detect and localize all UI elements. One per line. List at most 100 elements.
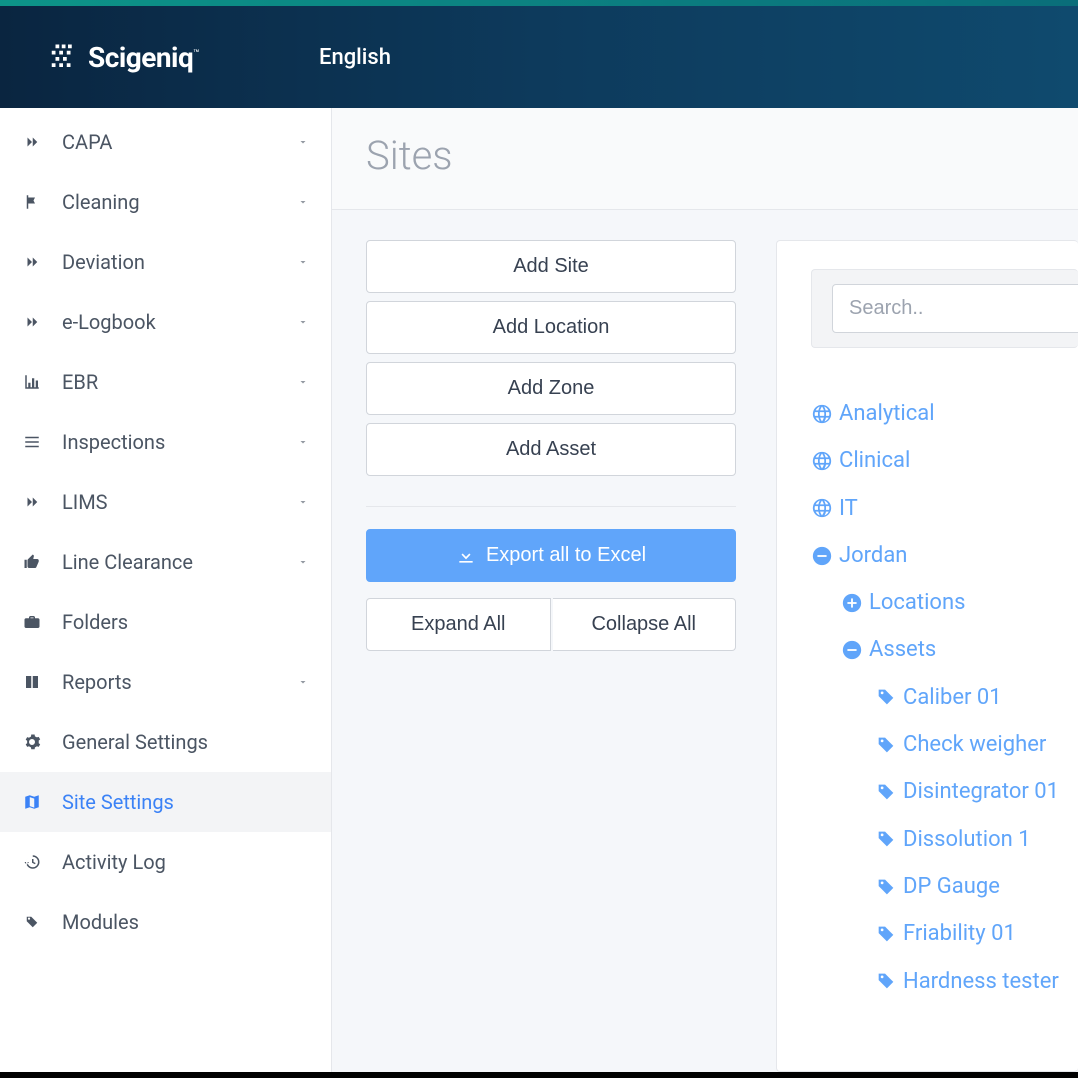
tree-node-label: Assets — [869, 626, 936, 673]
chevron-down-icon — [297, 436, 309, 448]
tree-node-label: Locations — [869, 579, 965, 626]
tag-icon — [875, 828, 897, 850]
sidebar-item-inspections[interactable]: Inspections — [0, 412, 331, 472]
tree-node[interactable]: IT — [811, 485, 1078, 532]
sidebar-item-label: Reports — [62, 670, 297, 694]
tree-node[interactable]: Dissolution 1 — [811, 816, 1078, 863]
logo-icon — [48, 42, 78, 72]
tree-node[interactable]: Disintegrator 01 — [811, 768, 1078, 815]
tag-icon — [875, 923, 897, 945]
dbl-chevron-icon — [22, 492, 42, 512]
action-panel: Add Site Add Location Add Zone Add Asset… — [366, 240, 736, 1072]
sidebar-item-deviation[interactable]: Deviation — [0, 232, 331, 292]
brand-logo[interactable]: Scigeniq™ — [48, 41, 199, 74]
sidebar-item-lims[interactable]: LIMS — [0, 472, 331, 532]
export-excel-button[interactable]: Export all to Excel — [366, 529, 736, 582]
chevron-down-icon — [297, 316, 309, 328]
tree-node[interactable]: Check weigher — [811, 721, 1078, 768]
tree-node[interactable]: Locations — [811, 579, 1078, 626]
dbl-chevron-icon — [22, 252, 42, 272]
tree-node[interactable]: Clinical — [811, 437, 1078, 484]
chevron-down-icon — [297, 196, 309, 208]
tree-node[interactable]: Analytical — [811, 390, 1078, 437]
sidebar-item-ebr[interactable]: EBR — [0, 352, 331, 412]
add-site-button[interactable]: Add Site — [366, 240, 736, 293]
sidebar-item-site-settings[interactable]: Site Settings — [0, 772, 331, 832]
sidebar-item-label: LIMS — [62, 490, 297, 514]
tree-node-label: Dissolution 1 — [903, 816, 1031, 863]
chevron-down-icon — [297, 556, 309, 568]
tree-node[interactable]: Hardness tester — [811, 958, 1078, 1005]
globe-icon — [811, 497, 833, 519]
gear-icon — [22, 732, 42, 752]
tag-icon — [875, 734, 897, 756]
page-title: Sites — [366, 132, 1044, 179]
tree-node-label: IT — [839, 485, 858, 532]
search-input[interactable] — [832, 284, 1078, 333]
sidebar-item-label: Inspections — [62, 430, 297, 454]
chevron-down-icon — [297, 376, 309, 388]
tree-node[interactable]: Jordan — [811, 532, 1078, 579]
dbl-chevron-icon — [22, 132, 42, 152]
add-asset-button[interactable]: Add Asset — [366, 423, 736, 476]
download-icon — [456, 546, 476, 566]
globe-icon — [811, 450, 833, 472]
sidebar-item-general-settings[interactable]: General Settings — [0, 712, 331, 772]
tree-node-label: Clinical — [839, 437, 910, 484]
sidebar-item-cleaning[interactable]: Cleaning — [0, 172, 331, 232]
sidebar-item-label: Deviation — [62, 250, 297, 274]
sidebar-item-label: Modules — [62, 910, 309, 934]
chevron-down-icon — [297, 136, 309, 148]
tree-node[interactable]: Caliber 01 — [811, 674, 1078, 721]
tree-node-label: Check weigher — [903, 721, 1046, 768]
sidebar-item-activity-log[interactable]: Activity Log — [0, 832, 331, 892]
sidebar-item-elogbook[interactable]: e-Logbook — [0, 292, 331, 352]
tree-node-label: Hardness tester — [903, 958, 1059, 1005]
sidebar-item-label: CAPA — [62, 130, 297, 154]
sidebar-item-capa[interactable]: CAPA — [0, 112, 331, 172]
sidebar-item-folders[interactable]: Folders — [0, 592, 331, 652]
sidebar-item-label: Folders — [62, 610, 309, 634]
tags-icon — [22, 912, 42, 932]
sidebar: CAPA Cleaning Deviation e-Logbook EBR Inspect… — [0, 108, 332, 1072]
flag-icon — [22, 192, 42, 212]
tag-icon — [875, 876, 897, 898]
add-zone-button[interactable]: Add Zone — [366, 362, 736, 415]
sidebar-item-label: Site Settings — [62, 790, 309, 814]
tree-node[interactable]: Assets — [811, 626, 1078, 673]
list-icon — [22, 432, 42, 452]
tree-node-label: Friability 01 — [903, 910, 1016, 957]
chevron-down-icon — [297, 676, 309, 688]
plus-icon — [841, 592, 863, 614]
sidebar-item-label: Activity Log — [62, 850, 309, 874]
briefcase-icon — [22, 612, 42, 632]
sidebar-item-label: General Settings — [62, 730, 309, 754]
history-icon — [22, 852, 42, 872]
expand-all-button[interactable]: Expand All — [366, 598, 551, 651]
collapse-all-button[interactable]: Collapse All — [553, 598, 737, 651]
sidebar-item-line-clearance[interactable]: Line Clearance — [0, 532, 331, 592]
add-location-button[interactable]: Add Location — [366, 301, 736, 354]
chevron-down-icon — [297, 256, 309, 268]
tree-node-label: Disintegrator 01 — [903, 768, 1059, 815]
sidebar-item-label: Line Clearance — [62, 550, 297, 574]
page-title-bar: Sites — [332, 108, 1078, 210]
sidebar-item-label: e-Logbook — [62, 310, 297, 334]
tree-node[interactable]: Friability 01 — [811, 910, 1078, 957]
sidebar-item-modules[interactable]: Modules — [0, 892, 331, 952]
brand-name: Scigeniq™ — [88, 41, 199, 74]
site-tree: AnalyticalClinicalITJordanLocationsAsset… — [811, 390, 1078, 1005]
app-header: Scigeniq™ English — [0, 6, 1078, 108]
minus-icon — [841, 639, 863, 661]
main-content: Sites Add Site Add Location Add Zone Add… — [332, 108, 1078, 1072]
tree-node-label: Jordan — [839, 532, 907, 579]
search-bar — [811, 269, 1078, 348]
chart-icon — [22, 372, 42, 392]
language-selector[interactable]: English — [319, 45, 391, 70]
chevron-down-icon — [297, 496, 309, 508]
tree-node-label: Analytical — [839, 390, 935, 437]
tree-node-label: DP Gauge — [903, 863, 1000, 910]
tree-node[interactable]: DP Gauge — [811, 863, 1078, 910]
sidebar-item-reports[interactable]: Reports — [0, 652, 331, 712]
tag-icon — [875, 781, 897, 803]
